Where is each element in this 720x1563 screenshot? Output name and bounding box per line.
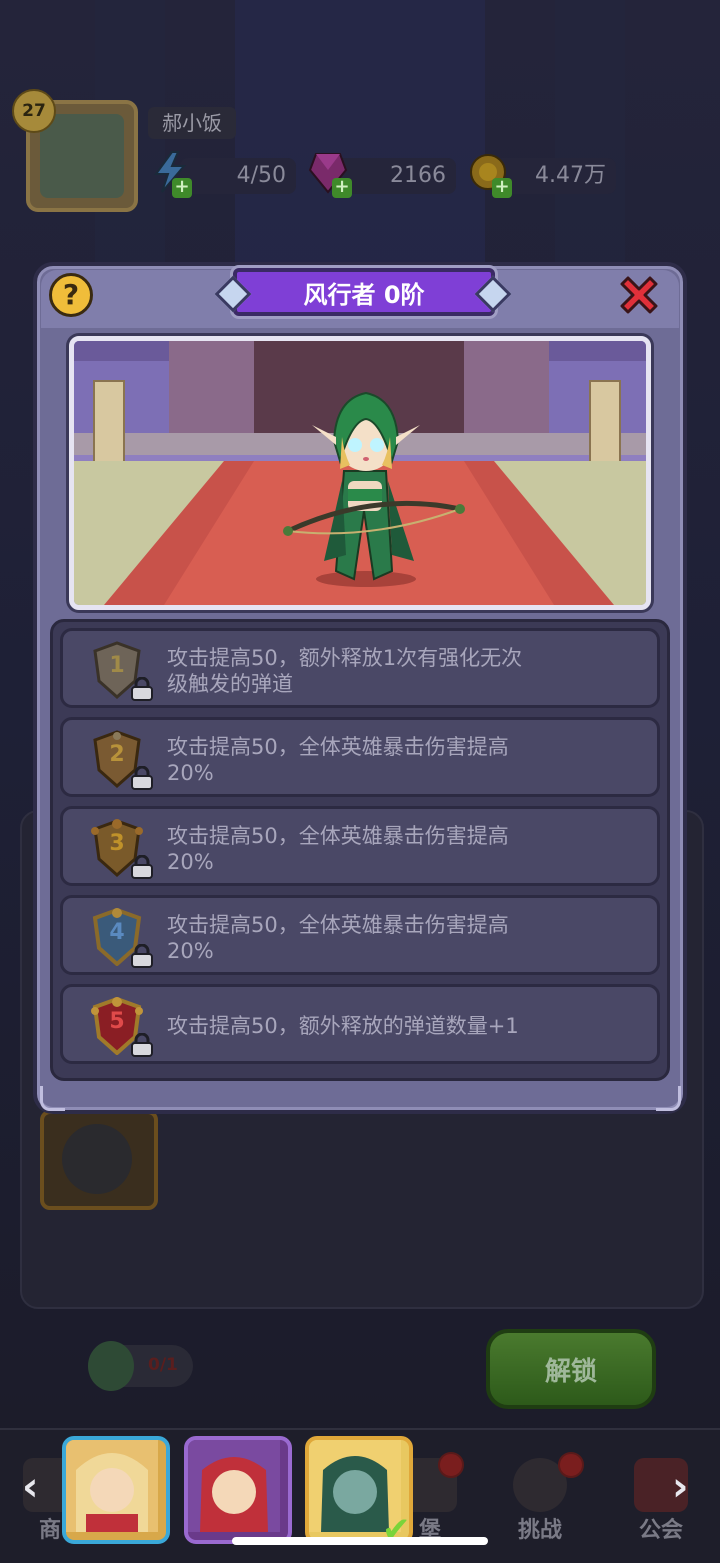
add-gem-button[interactable]: + (332, 178, 352, 198)
skill-description-line: 攻击提高50，全体英雄暴击伤害提高 (167, 913, 509, 937)
tier-4-shield-icon: 4 (89, 907, 153, 968)
skill-description-line: 攻击提高50，额外释放1次有强化无次 (167, 646, 523, 670)
question-icon[interactable]: ? (49, 273, 93, 317)
tier-1-shield-icon: 1 (89, 641, 153, 701)
skill-description: 攻击提高50，额外释放的弹道数量+1 (167, 1013, 647, 1039)
unlock-button[interactable]: 解锁 (486, 1329, 656, 1409)
hero-portrait-blood-elf[interactable] (62, 1436, 170, 1544)
skill-tier-row[interactable]: 5 攻击提高50，额外释放的弹道数量+1 (60, 984, 660, 1064)
player-level-badge: 27 (12, 89, 56, 133)
lock-icon (131, 855, 153, 879)
hero-shard-count: 0/1 (148, 1355, 178, 1375)
skill-description-line: 20% (167, 761, 214, 785)
nav-challenge-label: 挑战 (517, 1518, 562, 1543)
skill-tier-row[interactable]: 2 攻击提高50，全体英雄暴击伤害提高 20% (60, 717, 660, 797)
tier-5-shield-icon: 5 (89, 996, 153, 1057)
skill-description: 攻击提高50，全体英雄暴击伤害提高 20% (167, 734, 647, 786)
skill-description: 攻击提高50，额外释放1次有强化无次 级触发的弹道 (167, 645, 647, 697)
tier-number: 5 (109, 1009, 125, 1034)
skill-description-line: 攻击提高50，全体英雄暴击伤害提高 (167, 735, 509, 759)
lock-icon (131, 766, 153, 790)
tier-number: 1 (109, 653, 125, 678)
skill-tier-row[interactable]: 1 攻击提高50，额外释放1次有强化无次 级触发的弹道 (60, 628, 660, 708)
gold-counter: 4.47万 (494, 158, 616, 194)
modal-corner-ornament (40, 1086, 65, 1111)
background-hero-card[interactable] (40, 1110, 158, 1210)
add-gold-button[interactable]: + (492, 178, 512, 198)
lock-icon (131, 1033, 153, 1057)
tier-3-shield-icon: 3 (89, 819, 153, 879)
skill-description-line: 20% (167, 850, 214, 874)
skill-tier-row[interactable]: 4 攻击提高50，全体英雄暴击伤害提高 20% (60, 895, 660, 975)
modal-title: 风行者 0阶 (233, 268, 495, 316)
nav-guild-label: 公会 (638, 1518, 683, 1543)
prev-hero-arrow[interactable]: ‹ (22, 1465, 52, 1509)
gem-counter: 2166 (336, 158, 456, 194)
player-name: 郝小饭 (148, 107, 236, 139)
tier-number: 2 (109, 742, 125, 767)
next-hero-arrow[interactable]: › (672, 1465, 702, 1509)
skill-tier-row[interactable]: 3 攻击提高50，全体英雄暴击伤害提高 20% (60, 806, 660, 886)
lock-icon (131, 677, 153, 701)
energy-counter: 4/50 (180, 158, 296, 194)
modal-corner-ornament (656, 1086, 681, 1111)
skill-description: 攻击提高50，全体英雄暴击伤害提高 20% (167, 912, 647, 964)
notification-dot (558, 1452, 584, 1478)
skill-description-line: 攻击提高50，全体英雄暴击伤害提高 (167, 824, 509, 848)
home-indicator (232, 1537, 488, 1545)
hero-shard-progress: 0/1 (88, 1341, 193, 1391)
hero-portrait-red-sorceress[interactable] (184, 1436, 292, 1544)
add-energy-button[interactable]: + (172, 178, 192, 198)
tier-number: 3 (109, 831, 125, 856)
skill-description-line: 级触发的弹道 (167, 672, 293, 696)
tier-number: 4 (109, 920, 125, 945)
notification-dot (438, 1452, 464, 1478)
lock-icon (131, 944, 153, 968)
skill-description-line: 攻击提高50，额外释放的弹道数量+1 (167, 1014, 519, 1038)
skill-description-line: 20% (167, 939, 214, 963)
tier-2-shield-icon: 2 (89, 730, 153, 790)
skill-description: 攻击提高50，全体英雄暴击伤害提高 20% (167, 823, 647, 875)
hero-preview-stage (69, 336, 651, 610)
close-x-icon[interactable] (614, 270, 664, 320)
throne-room-illustration (74, 341, 646, 605)
hero-mini-portrait (88, 1341, 134, 1391)
